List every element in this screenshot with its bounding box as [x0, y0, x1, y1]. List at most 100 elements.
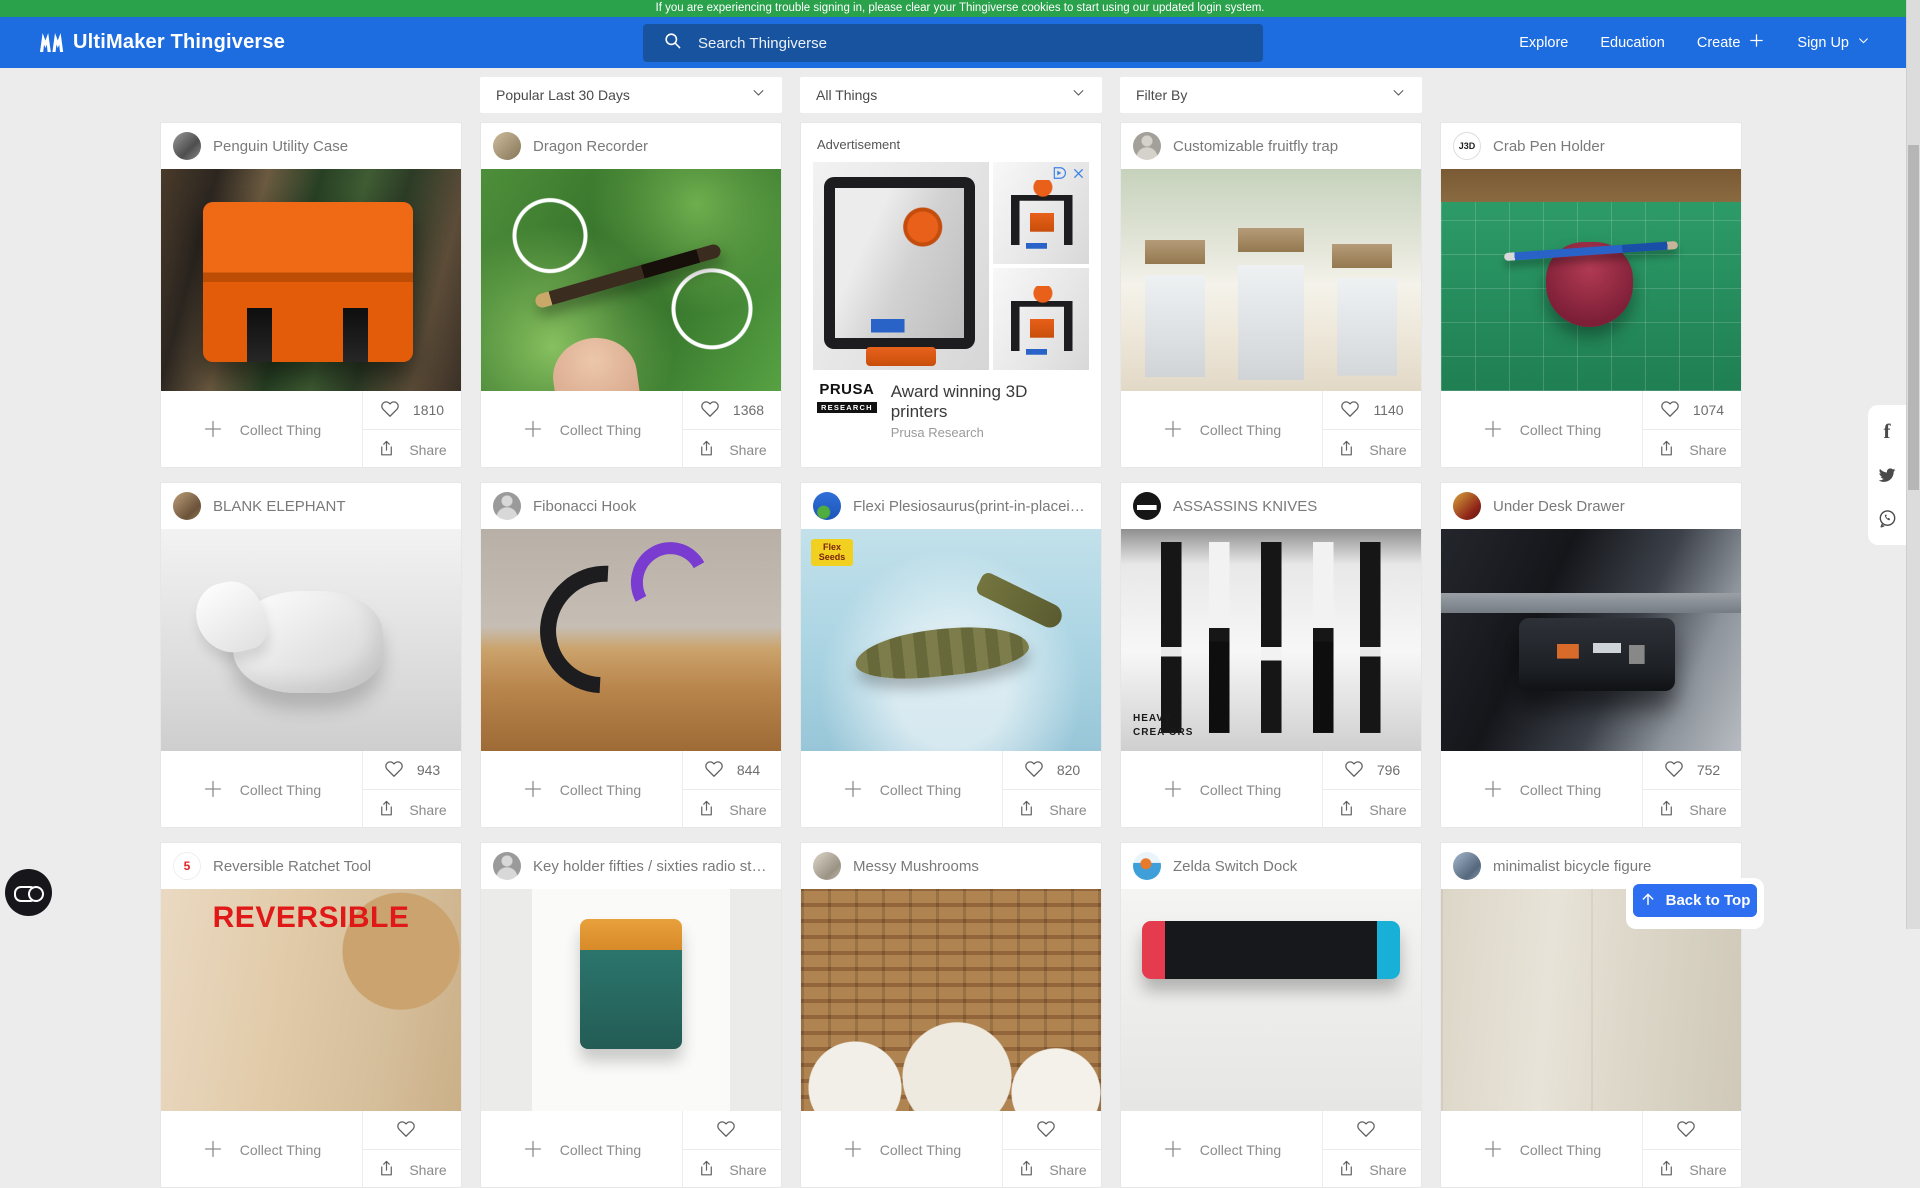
thing-title[interactable]: minimalist bicycle figure: [1493, 858, 1651, 875]
like-button[interactable]: [1003, 1111, 1101, 1150]
creator-avatar[interactable]: [1453, 852, 1481, 880]
share-button[interactable]: Share: [363, 790, 461, 828]
like-button[interactable]: 844: [683, 751, 781, 790]
share-button[interactable]: Share: [1643, 1150, 1741, 1188]
thing-thumbnail[interactable]: [481, 529, 781, 751]
like-button[interactable]: [1643, 1111, 1741, 1150]
thing-thumbnail[interactable]: [161, 529, 461, 751]
search-input[interactable]: [696, 34, 1220, 53]
creator-avatar[interactable]: [1133, 132, 1161, 160]
thing-title[interactable]: BLANK ELEPHANT: [213, 498, 346, 515]
collect-thing-button[interactable]: Collect Thing: [1121, 1111, 1322, 1188]
thing-title[interactable]: Crab Pen Holder: [1493, 138, 1605, 155]
collect-thing-button[interactable]: Collect Thing: [1121, 751, 1322, 828]
creator-avatar[interactable]: [493, 132, 521, 160]
collect-thing-button[interactable]: Collect Thing: [161, 391, 362, 468]
thing-thumbnail[interactable]: [1441, 529, 1741, 751]
like-button[interactable]: 1368: [683, 391, 781, 430]
creator-avatar[interactable]: [173, 492, 201, 520]
creator-avatar[interactable]: [493, 852, 521, 880]
thing-title[interactable]: Key holder fifties / sixties radio style: [533, 858, 769, 875]
collect-thing-button[interactable]: Collect Thing: [801, 1111, 1002, 1188]
creator-avatar[interactable]: [813, 852, 841, 880]
creator-avatar[interactable]: [1133, 852, 1161, 880]
creator-avatar[interactable]: [1133, 492, 1161, 520]
like-button[interactable]: 1810: [363, 391, 461, 430]
category-dropdown[interactable]: All Things: [800, 77, 1102, 113]
nav-explore[interactable]: Explore: [1519, 35, 1568, 51]
thing-thumbnail[interactable]: [481, 169, 781, 391]
creator-avatar[interactable]: [813, 492, 841, 520]
share-button[interactable]: Share: [683, 430, 781, 468]
thing-title[interactable]: Penguin Utility Case: [213, 138, 348, 155]
thing-thumbnail[interactable]: Flex Seeds: [801, 529, 1101, 751]
like-button[interactable]: [363, 1111, 461, 1150]
thing-thumbnail[interactable]: [481, 889, 781, 1111]
scrollbar-thumb[interactable]: [1908, 145, 1919, 490]
nav-sign-up[interactable]: Sign Up: [1797, 34, 1870, 51]
nav-education[interactable]: Education: [1600, 35, 1665, 51]
creator-avatar[interactable]: 5: [173, 852, 201, 880]
collect-thing-button[interactable]: Collect Thing: [481, 751, 682, 828]
share-button[interactable]: Share: [363, 1150, 461, 1188]
thing-thumbnail[interactable]: [1121, 169, 1421, 391]
share-button[interactable]: Share: [683, 790, 781, 828]
thing-title[interactable]: Zelda Switch Dock: [1173, 858, 1297, 875]
collect-thing-button[interactable]: Collect Thing: [1441, 751, 1642, 828]
collect-thing-button[interactable]: Collect Thing: [1441, 391, 1642, 468]
thing-thumbnail[interactable]: HEAVY CREA ORS: [1121, 529, 1421, 751]
whatsapp-share-button[interactable]: [1877, 508, 1898, 529]
share-button[interactable]: Share: [1643, 790, 1741, 828]
share-button[interactable]: Share: [363, 430, 461, 468]
collect-thing-button[interactable]: Collect Thing: [801, 751, 1002, 828]
like-button[interactable]: 1140: [1323, 391, 1421, 430]
thing-thumbnail[interactable]: [801, 889, 1101, 1111]
share-button[interactable]: Share: [1643, 430, 1741, 468]
ad-image-printer-enclosed[interactable]: [813, 162, 989, 370]
thing-thumbnail[interactable]: [161, 169, 461, 391]
twitter-share-button[interactable]: [1877, 465, 1897, 485]
thing-title[interactable]: Reversible Ratchet Tool: [213, 858, 371, 875]
share-button[interactable]: Share: [1003, 1150, 1101, 1188]
thing-title[interactable]: Fibonacci Hook: [533, 498, 636, 515]
collect-thing-button[interactable]: Collect Thing: [481, 1111, 682, 1188]
search-bar[interactable]: [643, 24, 1263, 62]
thing-thumbnail[interactable]: [1121, 889, 1421, 1111]
like-button[interactable]: 1074: [1643, 391, 1741, 430]
thing-title[interactable]: Customizable fruitfly trap: [1173, 138, 1338, 155]
like-button[interactable]: 943: [363, 751, 461, 790]
thing-title[interactable]: Under Desk Drawer: [1493, 498, 1625, 515]
nav-create[interactable]: Create: [1697, 32, 1766, 53]
adchoices-icon[interactable]: [1052, 166, 1066, 182]
sort-dropdown[interactable]: Popular Last 30 Days: [480, 77, 782, 113]
cookie-settings-button[interactable]: [5, 869, 52, 916]
ad-creative[interactable]: [813, 162, 1089, 370]
collect-thing-button[interactable]: Collect Thing: [1441, 1111, 1642, 1188]
creator-avatar[interactable]: [493, 492, 521, 520]
share-button[interactable]: Share: [1323, 790, 1421, 828]
thing-title[interactable]: Messy Mushrooms: [853, 858, 979, 875]
share-button[interactable]: Share: [1003, 790, 1101, 828]
thing-title[interactable]: ASSASSINS KNIVES: [1173, 498, 1317, 515]
thing-title[interactable]: Dragon Recorder: [533, 138, 648, 155]
share-button[interactable]: Share: [1323, 1150, 1421, 1188]
like-button[interactable]: [1323, 1111, 1421, 1150]
thing-title[interactable]: Flexi Plesiosaurus(print-in-placeiosauru…: [853, 498, 1089, 515]
creator-avatar[interactable]: [173, 132, 201, 160]
filter-by-dropdown[interactable]: Filter By: [1120, 77, 1422, 113]
like-button[interactable]: 796: [1323, 751, 1421, 790]
collect-thing-button[interactable]: Collect Thing: [161, 1111, 362, 1188]
like-button[interactable]: [683, 1111, 781, 1150]
like-button[interactable]: 820: [1003, 751, 1101, 790]
share-button[interactable]: Share: [1323, 430, 1421, 468]
back-to-top-button[interactable]: Back to Top: [1633, 884, 1757, 917]
creator-avatar[interactable]: [1453, 492, 1481, 520]
facebook-share-button[interactable]: f: [1884, 421, 1891, 442]
like-button[interactable]: 752: [1643, 751, 1741, 790]
collect-thing-button[interactable]: Collect Thing: [481, 391, 682, 468]
ad-close-icon[interactable]: [1072, 167, 1085, 182]
thingiverse-logo[interactable]: UltiMaker Thingiverse: [40, 31, 285, 54]
creator-avatar[interactable]: J3D: [1453, 132, 1481, 160]
ad-image-printer-small-2[interactable]: [993, 268, 1089, 370]
page-scrollbar[interactable]: [1906, 0, 1920, 929]
